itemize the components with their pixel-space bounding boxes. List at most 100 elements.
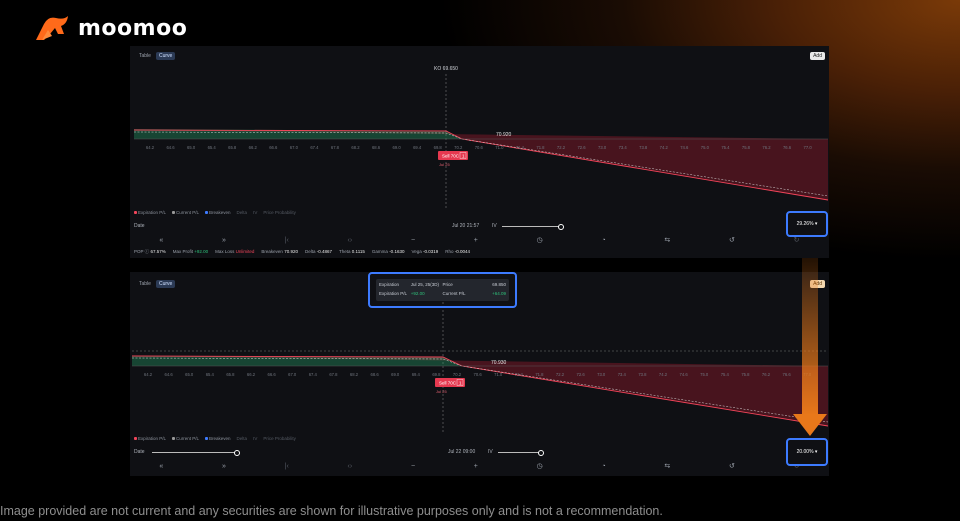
iv-slider-handle[interactable] — [538, 449, 544, 456]
legend-expiration-pl[interactable]: Expiration P/L — [134, 210, 166, 215]
swap-icon[interactable]: ⇆ — [664, 236, 670, 244]
zoom-in-button[interactable]: + — [474, 463, 478, 470]
legend-iv[interactable]: IV — [253, 436, 257, 441]
legend-price-probability[interactable]: Price Probability — [263, 436, 296, 441]
legend-iv[interactable]: IV — [253, 210, 257, 215]
zoom-in-button[interactable]: + — [474, 237, 478, 244]
x-tick-label: 66.6 — [269, 145, 278, 150]
x-tick-label: 71.4 — [515, 372, 524, 377]
tab-table[interactable]: Table — [136, 52, 154, 60]
jump-back-button[interactable]: « — [159, 463, 163, 470]
x-tick-label: 66.6 — [268, 372, 277, 377]
jump-back-button[interactable]: « — [159, 237, 163, 244]
chart-toolbar: « » |‹ ‹› − + ◷ ◔ ⇆ ↺ ↻ — [130, 234, 829, 246]
payoff-chart[interactable]: KO 69.650 70.920 64.2 64.6 65.0 65.4 65.8 66.… — [130, 60, 829, 210]
x-tick-label: 64.2 — [144, 372, 153, 377]
underlying-price-label: KO 69.650 — [434, 66, 458, 72]
fit-button[interactable]: ‹› — [348, 463, 353, 470]
tab-table[interactable]: Table — [136, 280, 154, 288]
x-tick-label: 77.0 — [804, 145, 813, 150]
iv-dropdown-bottom[interactable]: 20.00% ▾ — [786, 438, 828, 466]
date-label: Date — [134, 223, 145, 229]
iv-label: IV — [488, 449, 493, 455]
x-tick-label: 71.4 — [516, 145, 525, 150]
x-tick-label: 67.0 — [290, 145, 299, 150]
expiry-tag: Jul 25 — [439, 162, 450, 167]
breakeven-value: 70.930 — [491, 360, 507, 366]
iv-label: IV — [492, 223, 497, 229]
undo-icon[interactable]: ↺ — [729, 236, 735, 244]
fit-button[interactable]: ‹› — [348, 237, 353, 244]
date-iv-row: Date Jul 22 09:00 IV — [134, 447, 825, 457]
x-tick-label: 75.4 — [721, 372, 730, 377]
jump-forward-button[interactable]: » — [222, 237, 226, 244]
vega-value: -0.0319 — [422, 249, 439, 254]
x-tick-label: 68.6 — [371, 372, 380, 377]
first-button[interactable]: |‹ — [285, 463, 289, 470]
date-value[interactable]: Jul 20 21:57 — [452, 223, 479, 229]
expiry-tag: Jul 25 — [436, 389, 447, 394]
zoom-out-button[interactable]: − — [411, 463, 415, 470]
sell-tag: Sell 70C — [439, 381, 457, 386]
view-tabs: Table Curve — [136, 280, 176, 288]
clock-icon[interactable]: ◷ — [537, 236, 543, 244]
hover-tooltip-highlight: Expiration Jul 25, 25(3D) Price 69.850 E… — [368, 272, 517, 308]
x-tick-label: 65.4 — [208, 145, 217, 150]
date-value[interactable]: Jul 22 09:00 — [448, 449, 475, 455]
timer-icon[interactable]: ◔ — [601, 463, 605, 470]
x-tick-label: 73.8 — [639, 145, 648, 150]
swap-icon[interactable]: ⇆ — [664, 462, 670, 470]
legend-delta[interactable]: Delta — [237, 210, 248, 215]
iv-slider[interactable] — [502, 223, 564, 230]
tab-curve[interactable]: Curve — [155, 52, 176, 60]
date-slider[interactable] — [152, 449, 240, 456]
x-tick-label: 75.4 — [721, 145, 730, 150]
payoff-chart[interactable]: 70.930 64.2 64.6 65.0 65.4 65.8 66.2 66.6 67.0 6… — [130, 302, 829, 432]
tooltip-exp-pl-value: +92.00 — [410, 291, 425, 296]
undo-icon[interactable]: ↺ — [729, 462, 735, 470]
legend-delta[interactable]: Delta — [237, 436, 248, 441]
x-tick-label: 73.4 — [618, 372, 627, 377]
iv-dropdown-top[interactable]: 29.26% ▾ — [786, 211, 828, 237]
x-tick-label: 69.0 — [393, 145, 402, 150]
x-tick-label: 65.8 — [226, 372, 235, 377]
legend-current-pl[interactable]: Current P/L — [172, 436, 199, 441]
x-tick-label: 68.2 — [351, 145, 360, 150]
legend-expiration-pl[interactable]: Expiration P/L — [134, 436, 166, 441]
x-tick-label: 74.6 — [680, 372, 689, 377]
x-tick-label: 68.2 — [350, 372, 359, 377]
legend-breakeven[interactable]: Breakeven — [205, 210, 231, 215]
brand-name: moomoo — [78, 15, 188, 41]
theta-value: 0.1115 — [351, 249, 365, 254]
legend-breakeven[interactable]: Breakeven — [205, 436, 231, 441]
first-button[interactable]: |‹ — [285, 237, 289, 244]
iv-slider-handle[interactable] — [558, 223, 564, 230]
x-tick-label: 65.8 — [228, 145, 237, 150]
x-tick-label: 71.8 — [535, 372, 544, 377]
tab-curve[interactable]: Curve — [155, 280, 176, 288]
x-tick-label: 69.8 — [434, 145, 443, 150]
clock-icon[interactable]: ◷ — [537, 462, 543, 470]
legend-price-probability[interactable]: Price Probability — [263, 210, 296, 215]
timer-icon[interactable]: ◔ — [601, 237, 605, 244]
disclaimer: Image provided are not current and any s… — [0, 504, 663, 518]
x-tick-label: 68.6 — [372, 145, 381, 150]
x-tick-label: 67.8 — [329, 372, 338, 377]
legend-current-pl[interactable]: Current P/L — [172, 210, 199, 215]
down-arrow-icon — [793, 258, 827, 436]
iv-slider[interactable] — [498, 449, 544, 456]
x-tick-label: 75.0 — [701, 145, 710, 150]
date-slider-handle[interactable] — [234, 449, 240, 456]
x-tick-label: 70.2 — [454, 145, 463, 150]
x-tick-label: 76.2 — [762, 372, 771, 377]
chart-legend: Expiration P/L Current P/L Breakeven Del… — [134, 210, 296, 215]
gamma-value: -0.1630 — [389, 249, 405, 254]
x-tick-label: 66.2 — [249, 145, 258, 150]
redo-icon[interactable]: ↻ — [794, 236, 800, 244]
max-profit-value: +92.00 — [194, 249, 209, 254]
strategy-panel-top: Table Curve Add KO 69.650 70.920 64.2 64.… — [130, 46, 829, 258]
add-button[interactable]: Add — [810, 52, 825, 60]
date-iv-row: Date Jul 20 21:57 IV — [134, 221, 825, 231]
zoom-out-button[interactable]: − — [411, 237, 415, 244]
jump-forward-button[interactable]: » — [222, 463, 226, 470]
